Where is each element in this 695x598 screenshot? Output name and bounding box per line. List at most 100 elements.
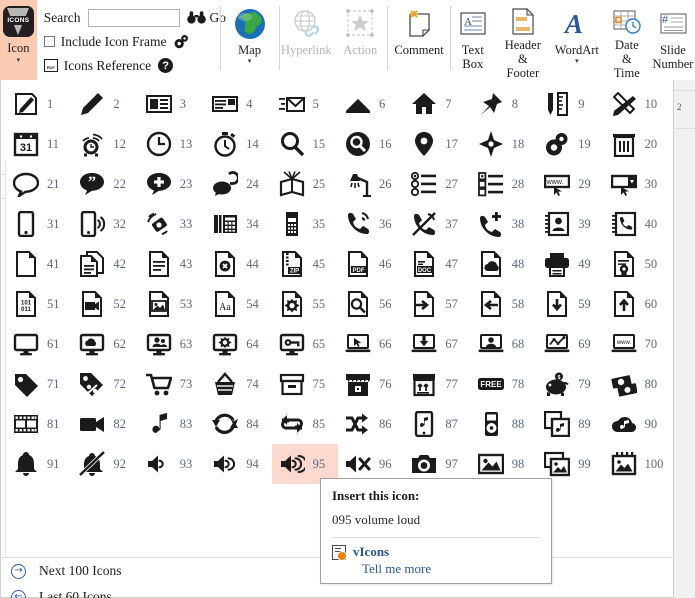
- gallery-cell-40[interactable]: 40: [604, 204, 670, 244]
- gallery-cell-59[interactable]: 59: [537, 284, 603, 324]
- gallery-cell-65[interactable]: 65: [272, 324, 338, 364]
- footer-item-2[interactable]: ← Last 60 Icons: [1, 584, 675, 598]
- gallery-cell-11[interactable]: 31 11: [6, 124, 72, 164]
- gallery-cell-24[interactable]: 24: [205, 164, 271, 204]
- icon-gallery-button[interactable]: ICONS Icon ▾: [0, 0, 37, 80]
- gallery-cell-27[interactable]: 27: [404, 164, 470, 204]
- gallery-cell-12[interactable]: 12: [72, 124, 138, 164]
- gallery-cell-28[interactable]: 28: [471, 164, 537, 204]
- include-icon-frame-checkbox[interactable]: [43, 36, 55, 47]
- gallery-cell-17[interactable]: 17: [404, 124, 470, 164]
- gallery-cell-4[interactable]: 4: [205, 84, 271, 124]
- header-footer-button[interactable]: Header & Footer: [495, 0, 551, 80]
- gallery-cell-76[interactable]: 76: [338, 364, 404, 404]
- gallery-cell-18[interactable]: 18: [471, 124, 537, 164]
- gallery-cell-10[interactable]: 10: [604, 84, 670, 124]
- gallery-cell-48[interactable]: 48: [471, 244, 537, 284]
- gallery-cell-6[interactable]: 6: [338, 84, 404, 124]
- gallery-cell-92[interactable]: 92: [72, 444, 138, 484]
- gallery-cell-34[interactable]: 34: [205, 204, 271, 244]
- icons-reference-row[interactable]: Icons Reference ?: [43, 55, 220, 76]
- tooltip-tell-me-more-link[interactable]: Tell me more: [362, 560, 431, 578]
- gallery-cell-71[interactable]: 71: [6, 364, 72, 404]
- gallery-cell-50[interactable]: 50: [604, 244, 670, 284]
- gallery-cell-33[interactable]: 33: [139, 204, 205, 244]
- gallery-cell-77[interactable]: 77: [404, 364, 470, 404]
- gallery-cell-90[interactable]: 90: [604, 404, 670, 444]
- gallery-cell-64[interactable]: 64: [205, 324, 271, 364]
- gallery-cell-32[interactable]: 32: [72, 204, 138, 244]
- gallery-cell-39[interactable]: 39: [537, 204, 603, 244]
- gallery-cell-1[interactable]: 1: [6, 84, 72, 124]
- gallery-cell-26[interactable]: 26: [338, 164, 404, 204]
- gallery-cell-13[interactable]: 13: [139, 124, 205, 164]
- gallery-cell-15[interactable]: 15: [272, 124, 338, 164]
- gallery-cell-31[interactable]: 31: [6, 204, 72, 244]
- gallery-cell-35[interactable]: 35: [272, 204, 338, 244]
- gallery-cell-78[interactable]: FREE 78: [471, 364, 537, 404]
- gallery-cell-88[interactable]: 88: [471, 404, 537, 444]
- gallery-cell-53[interactable]: 53: [139, 284, 205, 324]
- slide-number-button[interactable]: # Slide Number: [651, 0, 695, 80]
- gallery-cell-75[interactable]: 75: [272, 364, 338, 404]
- gallery-cell-2[interactable]: 2: [72, 84, 138, 124]
- gallery-cell-69[interactable]: 69: [537, 324, 603, 364]
- gallery-cell-79[interactable]: $79: [537, 364, 603, 404]
- gallery-cell-20[interactable]: 20: [604, 124, 670, 164]
- gallery-cell-68[interactable]: 68: [471, 324, 537, 364]
- tooltip-vicons-link[interactable]: vIcons: [353, 543, 431, 560]
- gallery-cell-14[interactable]: 14: [205, 124, 271, 164]
- gallery-cell-73[interactable]: 73: [139, 364, 205, 404]
- gallery-cell-70[interactable]: www. 70: [604, 324, 670, 364]
- gallery-cell-54[interactable]: Aa 54: [205, 284, 271, 324]
- gallery-cell-21[interactable]: 21: [6, 164, 72, 204]
- gallery-cell-94[interactable]: 94: [205, 444, 271, 484]
- gallery-cell-67[interactable]: 67: [404, 324, 470, 364]
- gallery-cell-43[interactable]: 43: [139, 244, 205, 284]
- question-mark-icon[interactable]: ?: [158, 58, 174, 73]
- gallery-cell-63[interactable]: 63: [139, 324, 205, 364]
- gallery-cell-89[interactable]: 89: [537, 404, 603, 444]
- gallery-cell-30[interactable]: 30: [604, 164, 670, 204]
- date-time-button[interactable]: Date & Time: [603, 0, 651, 80]
- gallery-cell-81[interactable]: 81: [6, 404, 72, 444]
- text-box-button[interactable]: A Text Box ▾: [451, 0, 495, 80]
- gallery-cell-83[interactable]: 83: [139, 404, 205, 444]
- gallery-cell-49[interactable]: 49: [537, 244, 603, 284]
- gallery-cell-5[interactable]: 5: [272, 84, 338, 124]
- gallery-cell-7[interactable]: 7: [404, 84, 470, 124]
- gallery-cell-86[interactable]: 86: [338, 404, 404, 444]
- gallery-cell-51[interactable]: 101 011 51: [6, 284, 72, 324]
- binoculars-icon[interactable]: [186, 11, 206, 24]
- gallery-cell-29[interactable]: www. 29: [537, 164, 603, 204]
- gallery-cell-8[interactable]: 8: [471, 84, 537, 124]
- gallery-cell-87[interactable]: 87: [404, 404, 470, 444]
- gallery-cell-46[interactable]: PDF 46: [338, 244, 404, 284]
- gallery-cell-36[interactable]: 36: [338, 204, 404, 244]
- gallery-cell-91[interactable]: 91: [6, 444, 72, 484]
- gallery-cell-42[interactable]: 42: [72, 244, 138, 284]
- gallery-cell-38[interactable]: 38: [471, 204, 537, 244]
- gallery-cell-45[interactable]: ZIP 45: [272, 244, 338, 284]
- gallery-cell-60[interactable]: 60: [604, 284, 670, 324]
- gallery-cell-25[interactable]: 25: [272, 164, 338, 204]
- gallery-cell-62[interactable]: 62: [72, 324, 138, 364]
- chevron-down-icon[interactable]: ▾: [248, 57, 252, 65]
- gallery-cell-57[interactable]: 57: [404, 284, 470, 324]
- comment-button[interactable]: Comment: [388, 0, 450, 80]
- gallery-cell-52[interactable]: 52: [72, 284, 138, 324]
- gallery-cell-80[interactable]: 80: [604, 364, 670, 404]
- gallery-cell-93[interactable]: 93: [139, 444, 205, 484]
- gallery-cell-82[interactable]: 82: [72, 404, 138, 444]
- gears-icon[interactable]: [173, 34, 190, 49]
- gallery-cell-41[interactable]: 41: [6, 244, 72, 284]
- gallery-cell-47[interactable]: DOC 47: [404, 244, 470, 284]
- gallery-cell-19[interactable]: 19: [537, 124, 603, 164]
- gallery-cell-22[interactable]: ” 22: [72, 164, 138, 204]
- gallery-cell-9[interactable]: 9: [537, 84, 603, 124]
- gallery-cell-37[interactable]: 37: [404, 204, 470, 244]
- gallery-cell-72[interactable]: 72: [72, 364, 138, 404]
- gallery-cell-56[interactable]: 56: [338, 284, 404, 324]
- gallery-cell-55[interactable]: 55: [272, 284, 338, 324]
- gallery-cell-66[interactable]: 66: [338, 324, 404, 364]
